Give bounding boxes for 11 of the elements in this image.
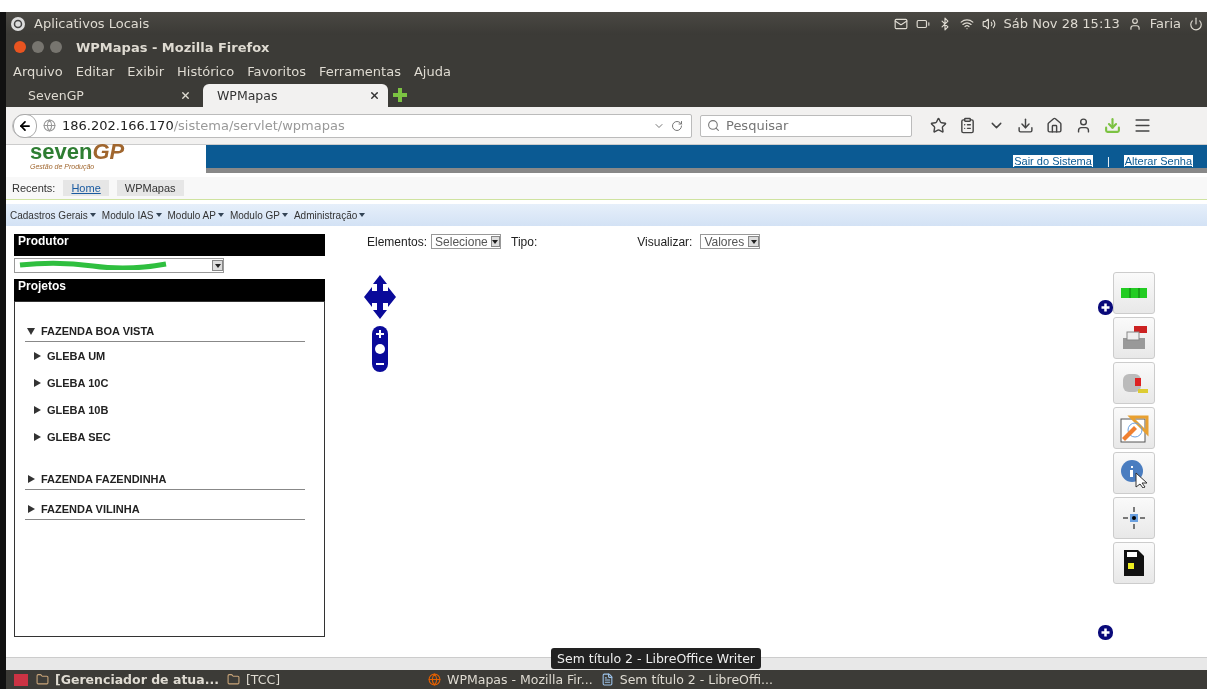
- link-separator: |: [1106, 155, 1110, 167]
- url-text: 186.202.166.170/sistema/servlet/wpmapas: [62, 118, 346, 133]
- section-heading: Projetos: [14, 279, 325, 301]
- recents-label: Recents:: [12, 182, 56, 194]
- type-label: Tipo:: [511, 234, 538, 249]
- view-label: Visualizar:: [637, 234, 693, 249]
- section-heading: Produtor: [14, 234, 325, 256]
- window-title: WPMapas - Mozilla Firefox: [76, 39, 270, 55]
- elements-label: Elementos:: [367, 234, 428, 249]
- tooltip: Sem título 2 - LibreOffice Writer: [551, 648, 761, 669]
- panel-title: Aplicativos Locais: [34, 16, 150, 31]
